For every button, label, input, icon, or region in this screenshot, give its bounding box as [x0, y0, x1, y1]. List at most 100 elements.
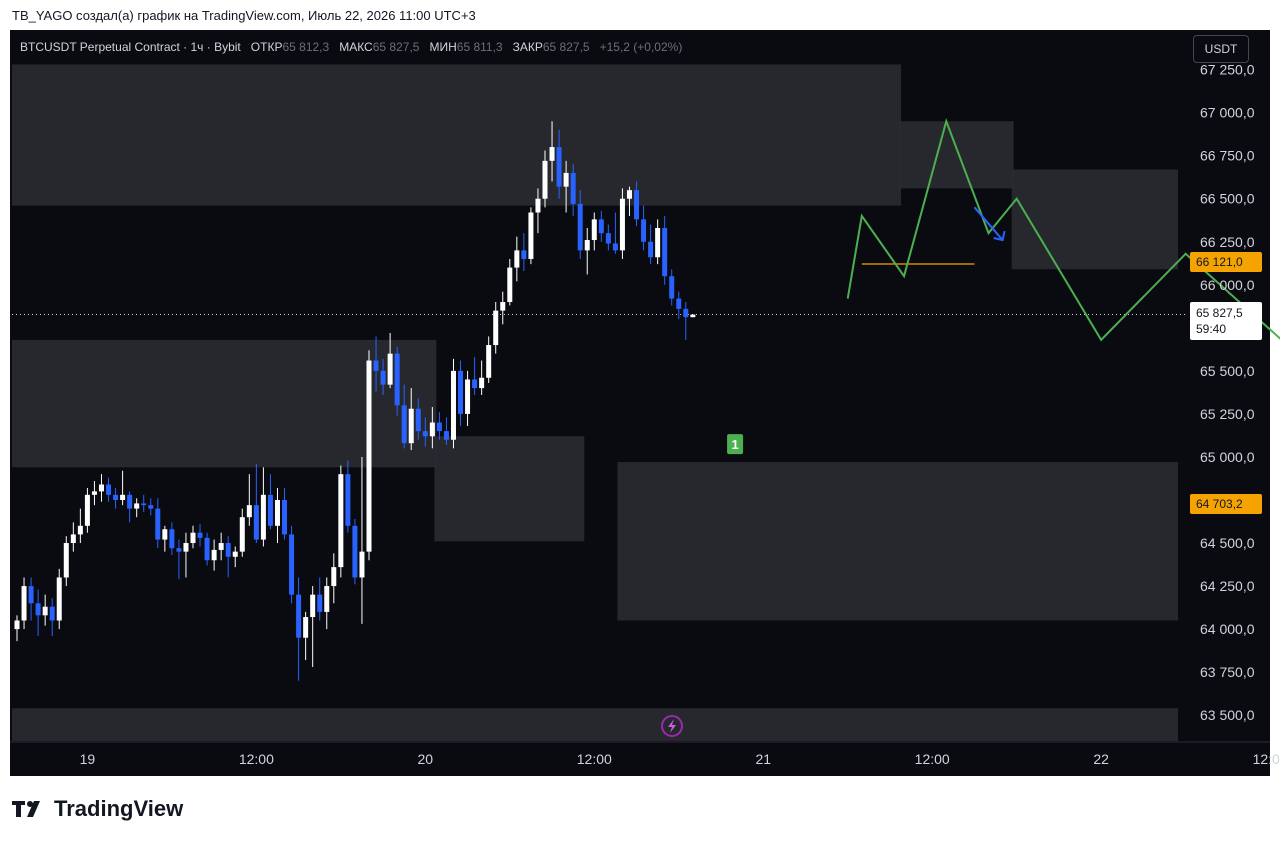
candle-body	[626, 190, 632, 199]
y-tick-label: 66 250,0	[1200, 234, 1255, 250]
y-tick-label: 65 250,0	[1200, 406, 1255, 422]
candle-body	[429, 422, 435, 437]
candle-body	[106, 484, 112, 495]
candle-body	[690, 314, 696, 318]
zone-rect-6	[12, 708, 1178, 741]
zone-rect-5	[617, 462, 1178, 621]
candle-body	[211, 549, 217, 561]
candle-body	[190, 532, 196, 544]
currency-button[interactable]: USDT	[1193, 35, 1249, 63]
candle-body	[507, 267, 513, 303]
current-price-value: 65 827,5	[1196, 306, 1243, 320]
candle-body	[274, 499, 280, 526]
tradingview-footer: TradingView	[12, 796, 183, 822]
candle-body	[113, 494, 119, 500]
candle-body	[324, 586, 330, 612]
zone-rect-3	[12, 339, 437, 468]
candle-body	[584, 240, 590, 251]
candle-body	[436, 422, 442, 432]
candle-body	[493, 310, 499, 346]
candle-body	[296, 594, 302, 638]
y-tick-label: 66 500,0	[1200, 191, 1255, 207]
candle-body	[634, 190, 640, 220]
candle-body	[450, 370, 456, 440]
candle-body	[641, 219, 647, 242]
change-value: +15,2 (+0,02%)	[599, 40, 683, 54]
price-chart[interactable]: 1 63 500,0 63 750,0 64 000,0 64 250,0 64 500,…	[0, 0, 1280, 842]
candle-body	[98, 484, 104, 492]
candle-body	[148, 505, 154, 509]
close-label: ЗАКР	[512, 40, 543, 54]
candle-body	[619, 198, 625, 251]
candle-body	[246, 505, 252, 518]
candle-body	[479, 377, 485, 389]
candle-body	[127, 494, 133, 509]
symbol-name[interactable]: BTCUSDT Perpetual Contract · 1ч · Bybit	[20, 40, 241, 54]
x-tick-label: 12:00	[1253, 751, 1280, 767]
candle-body	[570, 172, 576, 204]
candle-body	[317, 594, 323, 612]
tradingview-logo-icon	[12, 801, 40, 817]
candle-body	[310, 594, 316, 618]
y-tick-label: 63 500,0	[1200, 707, 1255, 723]
high-label: МАКС	[339, 40, 373, 54]
candle-body	[253, 505, 259, 540]
current-price-tag: 65 827,5 59:40	[1190, 302, 1262, 340]
candle-body	[542, 160, 548, 199]
y-tick-label: 64 250,0	[1200, 578, 1255, 594]
candle-body	[612, 243, 618, 251]
x-tick-label: 12:00	[577, 751, 612, 767]
x-tick-label: 20	[418, 751, 434, 767]
close-value: 65 827,5	[542, 40, 590, 54]
candle-body	[465, 379, 471, 414]
candle-body	[415, 408, 421, 432]
y-tick-label: 64 000,0	[1200, 621, 1255, 637]
candle-body	[183, 543, 189, 552]
candle-body	[91, 491, 97, 495]
candle-body	[486, 345, 492, 378]
candle-body	[120, 494, 126, 500]
candle-body	[472, 379, 478, 389]
y-tick-label: 66 750,0	[1200, 148, 1255, 164]
candle-body	[176, 548, 182, 552]
lower-level-price-tag: 64 703,2	[1190, 494, 1262, 514]
candle-body	[366, 360, 372, 552]
candle-body	[683, 308, 689, 318]
candle-body	[260, 494, 266, 540]
candle-body	[676, 298, 682, 309]
candle-body	[598, 219, 604, 234]
candle-body	[591, 219, 597, 241]
brand-name: TradingView	[54, 796, 184, 821]
x-tick-label: 12:00	[239, 751, 274, 767]
candle-body	[521, 250, 527, 259]
candle-body	[458, 370, 464, 414]
candle-body	[669, 276, 675, 299]
symbol-legend: BTCUSDT Perpetual Contract · 1ч · Bybit …	[20, 40, 682, 54]
candle-body	[408, 408, 414, 444]
candle-body	[42, 606, 48, 616]
candle-body	[500, 302, 506, 311]
open-label: ОТКР	[250, 40, 283, 54]
candle-body	[141, 503, 147, 506]
zone-rect-2	[1011, 169, 1178, 270]
candle-body	[443, 431, 449, 440]
y-tick-label: 67 000,0	[1200, 105, 1255, 121]
y-tick-label: 65 500,0	[1200, 363, 1255, 379]
candle-body	[655, 227, 661, 258]
x-tick-label: 22	[1093, 751, 1109, 767]
low-value: 65 811,3	[456, 40, 503, 54]
upper-level-price-tag: 66 121,0	[1190, 252, 1262, 272]
candle-body	[338, 474, 344, 568]
candle-body	[373, 360, 379, 371]
bar-countdown: 59:40	[1196, 322, 1227, 336]
candle-body	[63, 543, 69, 578]
candle-body	[514, 250, 520, 268]
candle-body	[169, 529, 175, 549]
low-label: МИН	[429, 40, 457, 54]
y-tick-label: 66 000,0	[1200, 277, 1255, 293]
candle-body	[648, 241, 654, 258]
candle-body	[528, 212, 534, 259]
candle-body	[352, 525, 358, 578]
candle-body	[84, 494, 90, 526]
candle-body	[662, 227, 668, 277]
